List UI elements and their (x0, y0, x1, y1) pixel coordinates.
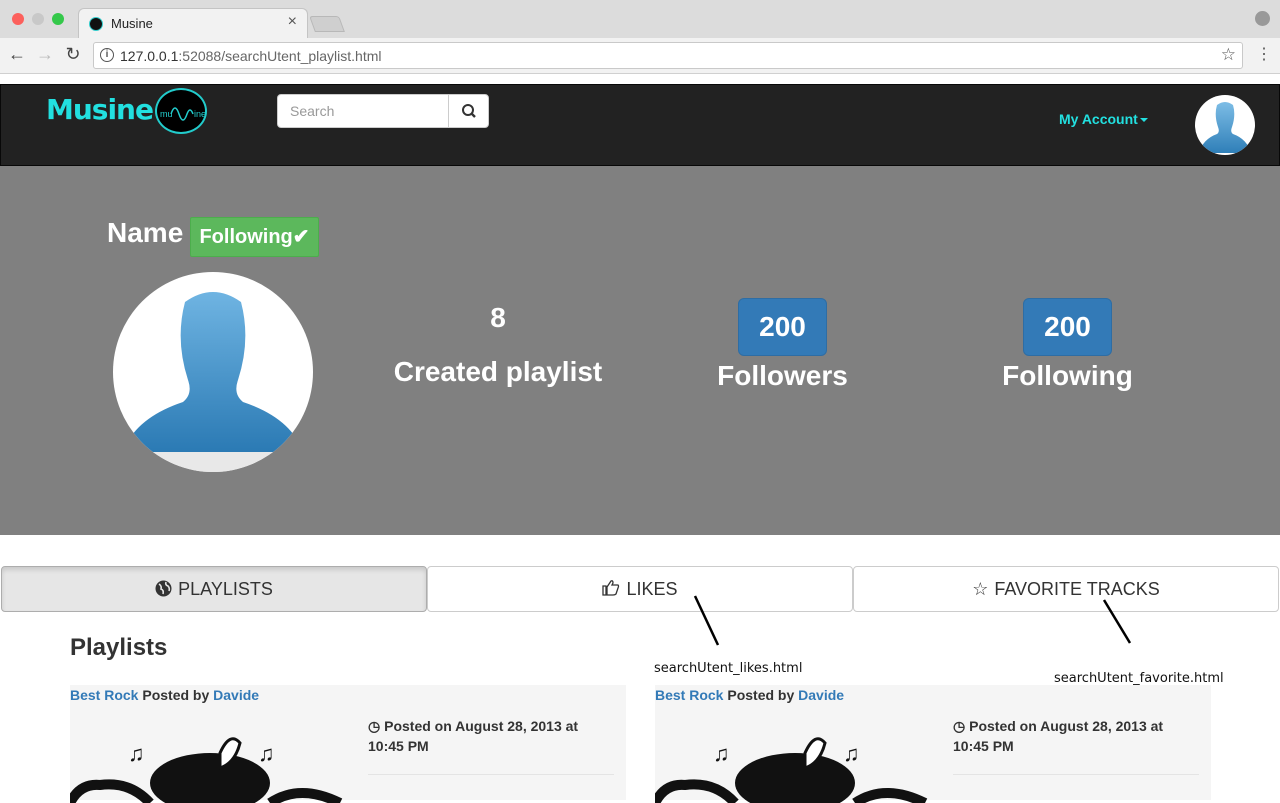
playlist-card: Best Rock Posted by Davide ◷ Posted on A… (70, 685, 626, 803)
playlist-title-link[interactable]: Best Rock (70, 687, 138, 703)
app-navbar: Musine mu ine My Account (0, 84, 1280, 166)
tab-playlists[interactable]: PLAYLISTS (1, 566, 427, 612)
posted-by-text: Posted by (727, 687, 795, 703)
section-title: Playlists (70, 634, 168, 661)
star-icon: ☆ (972, 579, 989, 599)
svg-text:♫: ♫ (258, 741, 275, 766)
url-text: 127.0.0.1:52088/searchUtent_playlist.htm… (120, 48, 382, 64)
thumbs-up-icon (602, 567, 620, 611)
tab-strip: Musine × (0, 0, 1280, 38)
profile-tabs: PLAYLISTS LIKES ☆ FAVORITE TRACKS (0, 566, 1280, 612)
info-icon[interactable]: i (100, 48, 114, 62)
bookmark-star-icon[interactable]: ☆ (1221, 45, 1236, 65)
browser-profile-icon[interactable] (1255, 11, 1270, 26)
tab-title: Musine (111, 16, 153, 31)
favicon-icon (89, 17, 103, 31)
playlist-title-link[interactable]: Best Rock (655, 687, 723, 703)
favorites-annotation: searchUtent_favorite.html (1054, 671, 1224, 686)
my-account-dropdown[interactable]: My Account (1059, 111, 1148, 127)
followers-stat: 200 Followers (700, 298, 865, 392)
tab-favorite-tracks[interactable]: ☆ FAVORITE TRACKS (853, 566, 1279, 612)
playlist-card: Best Rock Posted by Davide ◷ Posted on A… (655, 685, 1211, 803)
svg-text:ine: ine (194, 109, 206, 119)
reload-icon[interactable]: ↻ (62, 44, 84, 65)
playlist-date: ◷ Posted on August 28, 2013 at 10:45 PM (953, 718, 1164, 754)
divider (953, 774, 1199, 775)
svg-text:♫: ♫ (713, 741, 730, 766)
search-input[interactable] (277, 94, 449, 128)
back-icon[interactable]: ← (6, 44, 28, 65)
playlist-card-heading: Best Rock Posted by Davide (70, 687, 259, 703)
close-window-icon[interactable] (12, 13, 24, 25)
created-playlists-label: Created playlist (393, 356, 603, 387)
address-bar[interactable]: i 127.0.0.1:52088/searchUtent_playlist.h… (93, 42, 1243, 69)
created-playlists-count: 8 (490, 302, 506, 333)
author-link[interactable]: Davide (798, 687, 844, 703)
playlist-cover-image[interactable]: ♫ ♫ (655, 723, 930, 803)
caret-down-icon (1139, 118, 1148, 123)
profile-header: Name Following✔ 8 Created playlist 200 F… (0, 166, 1280, 535)
new-tab-button[interactable] (309, 16, 345, 32)
followers-count-button[interactable]: 200 (738, 298, 827, 356)
svg-text:mu: mu (160, 109, 173, 119)
minimize-window-icon[interactable] (32, 13, 44, 25)
clock-icon: ◷ (953, 718, 970, 734)
author-link[interactable]: Davide (213, 687, 259, 703)
tab-close-icon[interactable]: × (288, 13, 297, 31)
following-stat: 200 Following (985, 298, 1150, 392)
search-button[interactable] (448, 94, 489, 128)
browser-chrome: Musine × ← → ↻ i 127.0.0.1:52088/searchU… (0, 0, 1280, 74)
brand-logo-icon[interactable]: mu ine (155, 88, 207, 134)
svg-text:♫: ♫ (843, 741, 860, 766)
avatar[interactable] (1195, 95, 1255, 155)
search-icon (462, 104, 476, 118)
playlist-cover-image[interactable]: ♫ ♫ (70, 723, 345, 803)
posted-by-text: Posted by (142, 687, 210, 703)
forward-icon[interactable]: → (34, 44, 56, 65)
clock-icon: ◷ (368, 718, 385, 734)
following-label: Following (1002, 360, 1133, 391)
browser-tab[interactable]: Musine × (78, 8, 308, 38)
followers-label: Followers (717, 360, 848, 391)
svg-text:♫: ♫ (128, 741, 145, 766)
tab-likes[interactable]: LIKES (427, 566, 853, 612)
following-button[interactable]: Following✔ (190, 217, 319, 257)
maximize-window-icon[interactable] (52, 13, 64, 25)
profile-avatar (113, 272, 313, 472)
playlist-card-heading: Best Rock Posted by Davide (655, 687, 844, 703)
globe-icon (155, 567, 172, 611)
following-count-button[interactable]: 200 (1023, 298, 1112, 356)
playlist-date: ◷ Posted on August 28, 2013 at 10:45 PM (368, 718, 579, 754)
brand-logo-text[interactable]: Musine (46, 93, 154, 126)
browser-menu-icon[interactable]: ⋮ (1256, 44, 1272, 64)
divider (368, 774, 614, 775)
browser-toolbar: ← → ↻ i 127.0.0.1:52088/searchUtent_play… (0, 38, 1280, 74)
likes-annotation: searchUtent_likes.html (654, 661, 803, 676)
checkmark-icon: ✔ (292, 226, 310, 248)
profile-name: Name (107, 217, 184, 248)
created-playlists-stat: 8 Created playlist (380, 302, 616, 388)
